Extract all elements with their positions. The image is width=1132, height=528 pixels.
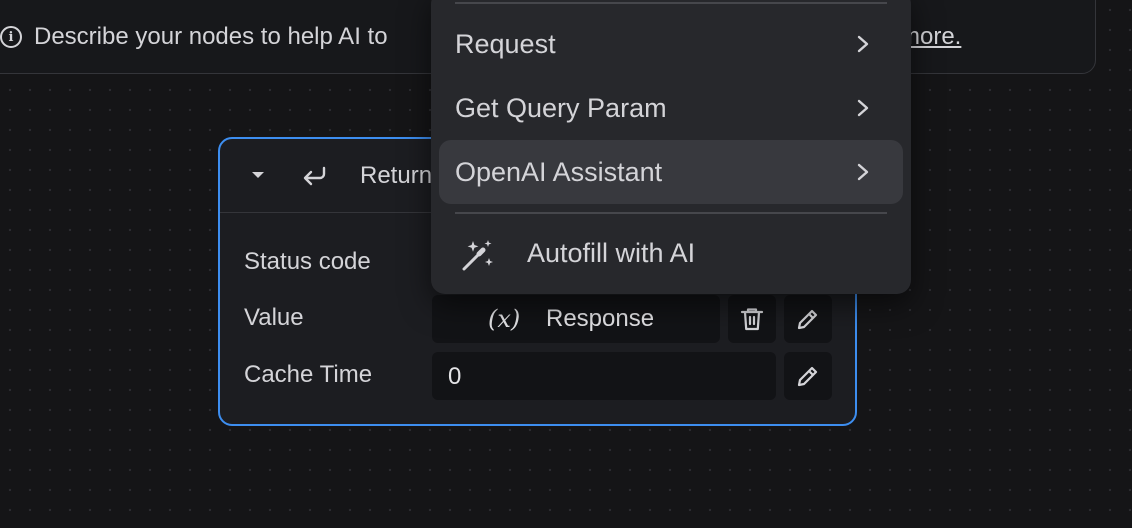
menu-item-label: Get Query Param: [455, 93, 667, 123]
cache-time-label: Cache Time: [244, 361, 373, 388]
variable-icon: (x): [488, 305, 521, 333]
value-field[interactable]: (x) Response: [432, 295, 720, 343]
value-label: Value: [244, 304, 304, 331]
node-title: Return: [360, 162, 433, 189]
pencil-icon: [797, 309, 818, 330]
menu-item-get-query-param[interactable]: Get Query Param: [439, 76, 903, 140]
return-icon: [303, 166, 326, 186]
caret-down-icon[interactable]: [252, 172, 264, 178]
menu-item-openai-assistant[interactable]: OpenAI Assistant: [439, 140, 903, 204]
menu-divider: [455, 212, 887, 214]
context-menu: Request Get Query Param OpenAI Assistant…: [431, 0, 911, 294]
menu-divider: [455, 2, 887, 4]
chevron-right-icon: [857, 163, 869, 181]
pencil-icon: [797, 366, 818, 387]
menu-item-label: OpenAI Assistant: [455, 157, 663, 187]
value-field-text: Response: [546, 305, 655, 332]
info-banner-text: Describe your nodes to help AI to: [34, 23, 388, 50]
chevron-right-icon: [857, 99, 869, 117]
status-code-label: Status code: [244, 248, 371, 275]
edit-value-button[interactable]: [784, 295, 832, 343]
info-banner-text-row: i Describe your nodes to help AI to: [0, 22, 388, 52]
delete-button[interactable]: [728, 295, 776, 343]
menu-item-request[interactable]: Request: [439, 12, 903, 76]
chevron-right-icon: [857, 35, 869, 53]
trash-icon: [740, 308, 764, 331]
autofill-with-ai-button[interactable]: Autofill with AI: [527, 238, 695, 268]
info-icon: i: [0, 26, 22, 48]
cache-time-value: 0: [448, 363, 462, 390]
edit-cache-time-button[interactable]: [784, 352, 832, 400]
magic-wand-icon[interactable]: [459, 236, 497, 274]
menu-item-label: Request: [455, 29, 556, 59]
cache-time-field[interactable]: 0: [432, 352, 776, 400]
